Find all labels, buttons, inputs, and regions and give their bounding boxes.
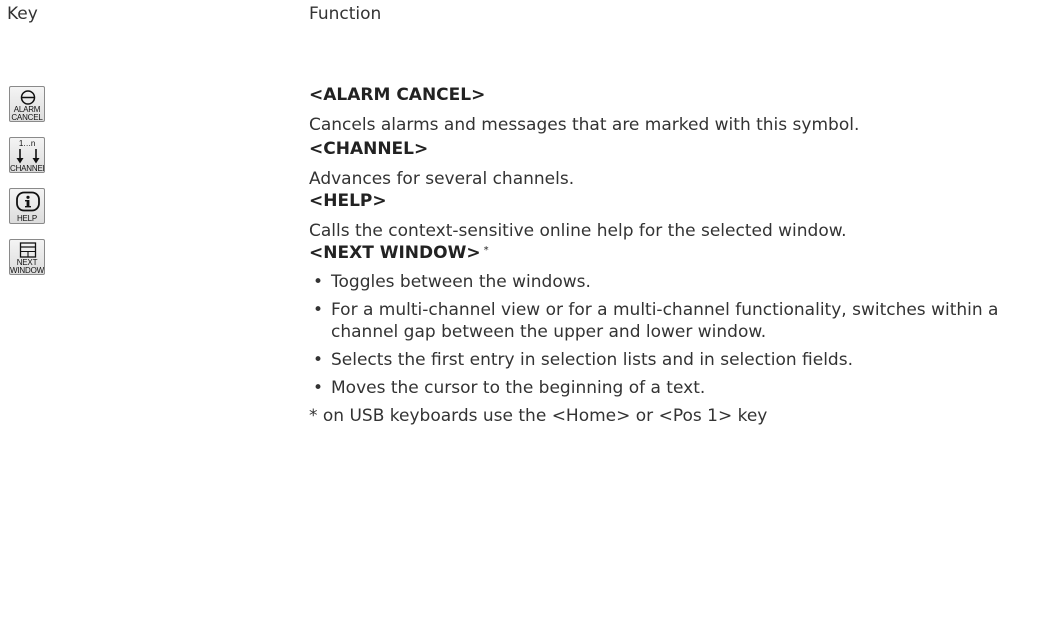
- next-window-key-label-2: WINDOW: [10, 266, 44, 275]
- alarm-cancel-key-label-2: CANCEL: [11, 113, 43, 122]
- help-key-label: HELP: [16, 214, 38, 223]
- column-header-key: Key: [7, 4, 38, 24]
- channel-key-label: CHANNEL: [10, 164, 45, 173]
- entry-description: Calls the context-sensitive online help …: [309, 221, 847, 241]
- entry-title-text: <NEXT WINDOW>: [309, 243, 481, 263]
- entry-description: Cancels alarms and messages that are mar…: [309, 115, 860, 135]
- list-item: Selects the first entry in selection lis…: [309, 349, 1059, 371]
- entry-title: <NEXT WINDOW> *: [309, 242, 1059, 264]
- entry-description: Advances for several channels.: [309, 169, 575, 189]
- bullet-list: Toggles between the windows. For a multi…: [309, 271, 1059, 399]
- entry-help: <HELP> Calls the context-sensitive onlin…: [309, 190, 1059, 242]
- entry-channel: <CHANNEL> Advances for several channels.: [309, 138, 1059, 190]
- next-window-key: NEXT WINDOW: [9, 239, 45, 275]
- entry-title: <HELP>: [309, 191, 387, 211]
- footnote: * on USB keyboards use the <Home> or <Po…: [309, 406, 768, 426]
- alarm-cancel-key: ALARM CANCEL: [9, 86, 45, 122]
- entry-title: <ALARM CANCEL>: [309, 85, 486, 105]
- list-item: Toggles between the windows.: [309, 271, 1059, 293]
- entry-title: <CHANNEL>: [309, 139, 429, 159]
- column-header-function: Function: [309, 4, 382, 24]
- entry-alarm-cancel: <ALARM CANCEL> Cancels alarms and messag…: [309, 84, 1059, 136]
- entry-next-window: <NEXT WINDOW>* Toggles between the windo…: [309, 242, 1059, 427]
- footnote-marker: *: [483, 245, 489, 256]
- list-item: For a multi-channel view or for a multi-…: [309, 299, 1059, 343]
- list-item: Moves the cursor to the beginning of a t…: [309, 377, 1059, 399]
- help-key: HELP: [9, 188, 45, 224]
- channel-key: 1…n CHANNEL: [9, 137, 45, 173]
